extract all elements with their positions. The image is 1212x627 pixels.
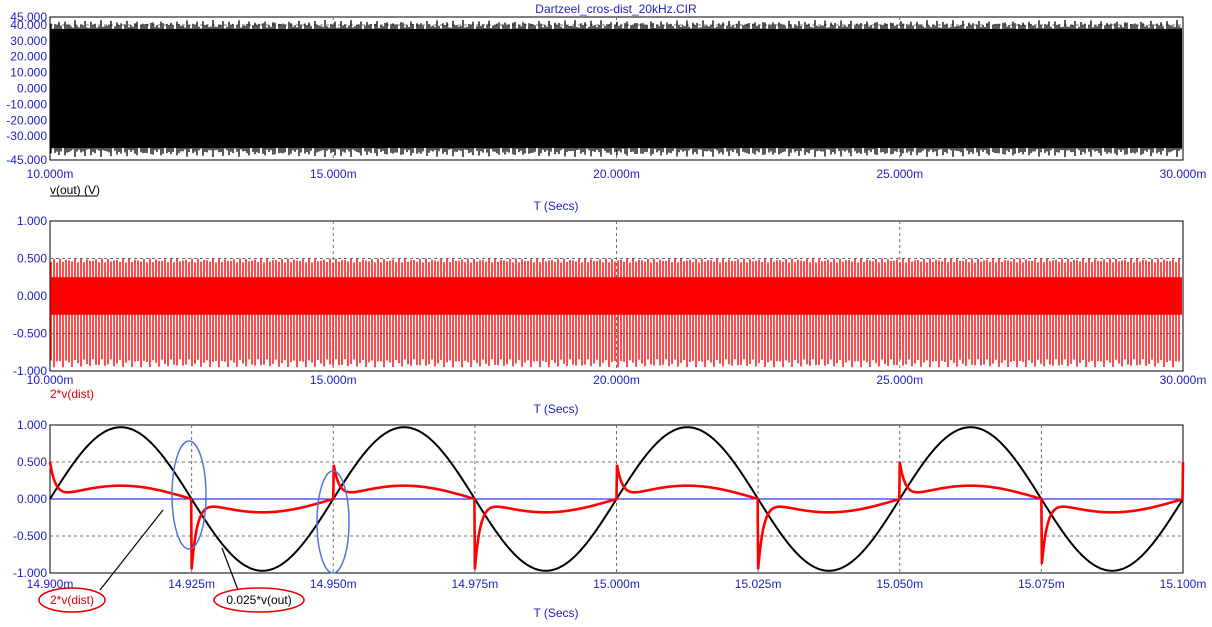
plot-3-y-tick-labels: 1.0000.5000.000-0.500-1.000 xyxy=(13,418,47,580)
plot-1-vout-trace xyxy=(50,19,1182,158)
x-tick-label: 15.000m xyxy=(310,373,357,387)
annotation-label-dist: 2*v(dist) xyxy=(50,593,94,607)
dist-core-band xyxy=(51,277,1182,315)
plot-1-vout: 45.00040.00030.00020.00010.0000.000-10.0… xyxy=(6,10,1206,213)
y-tick-label: 0.000 xyxy=(17,289,47,303)
y-tick-label: 1.000 xyxy=(17,214,47,228)
x-tick-label: 30.000m xyxy=(1160,167,1207,181)
x-tick-label: 15.075m xyxy=(1018,577,1065,591)
y-tick-label: 0.000 xyxy=(17,492,47,506)
x-tick-label: 15.000m xyxy=(310,167,357,181)
y-tick-label: 20.000 xyxy=(10,50,47,64)
y-tick-label: -20.000 xyxy=(6,113,47,127)
window-title: Dartzeel_cros-dist_20kHz.CIR xyxy=(535,2,697,16)
y-tick-label: -10.000 xyxy=(6,97,47,111)
x-tick-label: 25.000m xyxy=(876,167,923,181)
x-tick-label: 20.000m xyxy=(593,373,640,387)
plot-3-x-tick-labels: 14.900m 14.925m 14.950m 14.975m 15.000m 15.02… xyxy=(27,577,1207,591)
y-tick-label: -0.500 xyxy=(13,529,47,543)
x-tick-label: 10.000m xyxy=(27,167,74,181)
x-tick-label: 14.925m xyxy=(168,577,215,591)
y-tick-label: 1.000 xyxy=(17,418,47,432)
y-tick-label: 0.500 xyxy=(17,455,47,469)
x-tick-label: 14.950m xyxy=(310,577,357,591)
plot-1-series-label: v(out) (V) xyxy=(50,183,100,197)
x-tick-label: 20.000m xyxy=(593,167,640,181)
y-tick-label: 0.000 xyxy=(17,82,47,96)
y-tick-label: -30.000 xyxy=(6,129,47,143)
x-tick-label: 10.000m xyxy=(27,373,74,387)
plot-1-x-axis-label: T (Secs) xyxy=(533,199,578,213)
plot-2-x-axis-label: T (Secs) xyxy=(533,402,578,416)
y-tick-label: -0.500 xyxy=(13,327,47,341)
y-tick-label: 0.500 xyxy=(17,252,47,266)
y-tick-label: 10.000 xyxy=(10,66,47,80)
x-tick-label: 15.000m xyxy=(593,577,640,591)
plot-2-x-tick-labels: 10.000m 15.000m 20.000m 25.000m 30.000m xyxy=(27,373,1207,387)
plot-3-x-axis-label: T (Secs) xyxy=(533,606,578,620)
plot-2-dist: 1.0000.5000.000-0.500-1.000 10.000m 15.00… xyxy=(13,214,1206,416)
y-tick-label: 40.000 xyxy=(10,18,47,32)
y-tick-label: 30.000 xyxy=(10,34,47,48)
x-tick-label: 15.100m xyxy=(1160,577,1207,591)
x-tick-label: 14.975m xyxy=(452,577,499,591)
plot-2-y-tick-labels: 1.0000.5000.000-0.500-1.000 xyxy=(13,214,47,378)
plot-1-x-tick-labels: 10.000m 15.000m 20.000m 25.000m 30.000m xyxy=(27,167,1207,181)
annotation-label-vout: 0.025*v(out) xyxy=(226,593,291,607)
plot-1-y-tick-labels: 45.00040.00030.00020.00010.0000.000-10.0… xyxy=(6,10,47,167)
x-tick-label: 15.050m xyxy=(876,577,923,591)
x-tick-label: 30.000m xyxy=(1160,373,1207,387)
x-tick-label: 15.025m xyxy=(735,577,782,591)
simulation-plot-window: Dartzeel_cros-dist_20kHz.CIR 45.00040.00… xyxy=(6,2,1206,620)
plot-3-zoom: 1.0000.5000.000-0.500-1.000 14.900m 14.92… xyxy=(13,418,1206,620)
plot-2-series-label: 2*v(dist) xyxy=(50,387,94,401)
x-tick-label: 25.000m xyxy=(876,373,923,387)
y-tick-label: -45.000 xyxy=(6,153,47,167)
